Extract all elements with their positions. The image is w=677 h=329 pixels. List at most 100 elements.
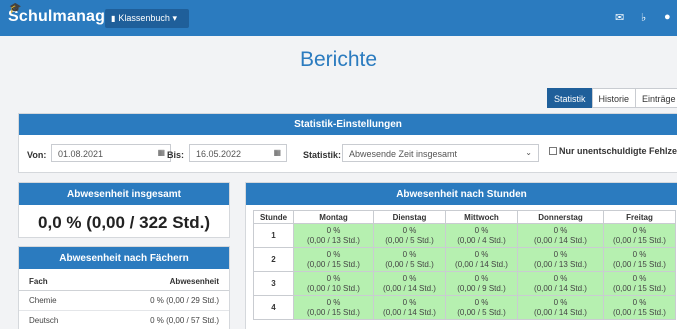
absence-detail: (0,00 / 14 Std.) (455, 259, 508, 269)
chevron-down-icon: ▾ (172, 13, 177, 23)
absence-detail: (0,00 / 14 Std.) (383, 307, 436, 317)
table-row: 10 % (0,00 / 13 Std.) 0 % (0,00 / 5 Std.) 0 … (253, 223, 676, 248)
mail-icon[interactable]: ✉ (615, 11, 624, 24)
absence-percent: 0 % (632, 225, 647, 235)
absence-detail: (0,00 / 14 Std.) (534, 235, 587, 245)
absence-detail: (0,00 / 13 Std.) (307, 235, 360, 245)
absence-detail: (0,00 / 9 Std.) (457, 283, 506, 293)
subject-absence: 0 % (0,00 / 57 Std.) (93, 310, 229, 329)
absence-cell: 0 % (0,00 / 5 Std.) (445, 295, 518, 320)
table-row: Deutsch 0 % (0,00 / 57 Std.) (19, 310, 229, 329)
tab-statistik[interactable]: Statistik (547, 88, 593, 108)
absence-percent: 0 % (632, 297, 647, 307)
subject-absence: 0 % (0,00 / 29 Std.) (93, 290, 229, 311)
statistik-select[interactable]: Abwesende Zeit insgesamt ⌄ (342, 144, 539, 162)
view-tabs: Statistik Historie Einträge (547, 88, 677, 108)
absence-cell: 0 % (0,00 / 15 Std.) (603, 295, 676, 320)
subject-name: Chemie (19, 290, 94, 311)
absence-detail: (0,00 / 4 Std.) (457, 235, 506, 245)
absence-detail: (0,00 / 15 Std.) (613, 307, 666, 317)
hours-table-header: Stunde Montag Dienstag Mittwoch Donnerst… (253, 210, 676, 224)
total-absence-value: 0,0 % (0,00 / 322 Std.) (38, 213, 210, 232)
absence-detail: (0,00 / 15 Std.) (613, 283, 666, 293)
graduation-cap-icon: 🎓 (9, 3, 22, 14)
absence-cell: 0 % (0,00 / 14 Std.) (517, 271, 604, 296)
absence-percent: 0 % (326, 225, 341, 235)
settings-panel: Statistik-Einstellungen Von: 01.08.2021 … (18, 113, 677, 173)
absence-detail: (0,00 / 15 Std.) (307, 307, 360, 317)
absence-percent: 0 % (326, 249, 341, 259)
from-date-value: 01.08.2021 (58, 149, 104, 159)
col-day: Dienstag (373, 210, 446, 224)
hour-number: 3 (253, 271, 294, 296)
absence-cell: 0 % (0,00 / 15 Std.) (603, 247, 676, 272)
absence-cell: 0 % (0,00 / 14 Std.) (517, 295, 604, 320)
to-date-value: 16.05.2022 (196, 149, 242, 159)
table-row: 30 % (0,00 / 10 Std.) 0 % (0,00 / 14 Std.) 0… (253, 271, 676, 296)
col-absence: Abwesenheit (93, 273, 229, 291)
brand-logo[interactable]: 🎓 Schulmanager (8, 3, 121, 26)
subject-absence-title: Abwesenheit nach Fächern (19, 247, 229, 269)
col-day: Donnerstag (517, 210, 604, 224)
col-day: Freitag (603, 210, 676, 224)
table-row: 20 % (0,00 / 15 Std.) 0 % (0,00 / 5 Std.) 0 … (253, 247, 676, 272)
bell-icon[interactable]: ♭ (641, 11, 646, 24)
settings-title: Statistik-Einstellungen (19, 114, 677, 135)
tab-eintraege[interactable]: Einträge (635, 88, 677, 108)
absence-cell: 0 % (0,00 / 5 Std.) (373, 247, 446, 272)
top-navbar: 🎓 Schulmanager ▮ Klassenbuch ▾ ✉ ♭ ● (0, 0, 677, 36)
absence-percent: 0 % (474, 297, 489, 307)
absence-detail: (0,00 / 10 Std.) (307, 283, 360, 293)
tab-historie[interactable]: Historie (591, 88, 637, 108)
table-row: Chemie 0 % (0,00 / 29 Std.) (19, 290, 229, 311)
absence-detail: (0,00 / 14 Std.) (534, 283, 587, 293)
absence-percent: 0 % (553, 273, 568, 283)
absence-percent: 0 % (402, 297, 417, 307)
calendar-icon[interactable]: ▦ (273, 148, 281, 157)
absence-detail: (0,00 / 15 Std.) (307, 259, 360, 269)
absence-detail: (0,00 / 14 Std.) (534, 307, 587, 317)
klassenbuch-menu-button[interactable]: ▮ Klassenbuch ▾ (105, 9, 189, 28)
absence-percent: 0 % (474, 273, 489, 283)
absence-cell: 0 % (0,00 / 14 Std.) (373, 295, 446, 320)
hour-number: 2 (253, 247, 294, 272)
page-title: Berichte (299, 48, 378, 71)
to-date-input[interactable]: 16.05.2022 ▦ (189, 144, 287, 162)
absence-percent: 0 % (402, 273, 417, 283)
absence-detail: (0,00 / 13 Std.) (534, 259, 587, 269)
statistik-label: Statistik: (303, 150, 342, 160)
brand-name: Schulmanager (8, 8, 121, 25)
absence-percent: 0 % (632, 273, 647, 283)
total-absence-card: Abwesenheit insgesamt 0,0 % (0,00 / 322 … (18, 182, 230, 238)
hours-absence-card: Abwesenheit nach Stunden Stunde Montag D… (245, 182, 677, 329)
table-row: 40 % (0,00 / 15 Std.) 0 % (0,00 / 14 Std.) 0… (253, 295, 676, 320)
calendar-icon[interactable]: ▦ (157, 148, 165, 157)
absence-percent: 0 % (474, 225, 489, 235)
unexcused-only-label: Nur unentschuldigte Fehlzeiten (559, 146, 677, 156)
checkbox-box[interactable] (549, 147, 557, 155)
absence-percent: 0 % (402, 249, 417, 259)
total-absence-title: Abwesenheit insgesamt (19, 183, 229, 205)
absence-cell: 0 % (0,00 / 13 Std.) (293, 223, 374, 248)
absence-percent: 0 % (632, 249, 647, 259)
absence-percent: 0 % (326, 273, 341, 283)
hour-number: 4 (253, 295, 294, 320)
unexcused-only-checkbox[interactable]: Nur unentschuldigte Fehlzeiten (549, 146, 677, 156)
absence-percent: 0 % (553, 249, 568, 259)
col-day: Mittwoch (445, 210, 518, 224)
absence-detail: (0,00 / 5 Std.) (385, 259, 434, 269)
absence-percent: 0 % (553, 297, 568, 307)
absence-cell: 0 % (0,00 / 15 Std.) (603, 223, 676, 248)
absence-cell: 0 % (0,00 / 15 Std.) (603, 271, 676, 296)
to-label: Bis: (167, 150, 185, 160)
absence-percent: 0 % (474, 249, 489, 259)
absence-detail: (0,00 / 5 Std.) (385, 235, 434, 245)
absence-cell: 0 % (0,00 / 15 Std.) (293, 247, 374, 272)
absence-cell: 0 % (0,00 / 15 Std.) (293, 295, 374, 320)
from-date-input[interactable]: 01.08.2021 ▦ (51, 144, 171, 162)
user-icon[interactable]: ● (664, 11, 671, 23)
subject-table-header: Fach Abwesenheit (19, 273, 229, 291)
subject-absence-card: Abwesenheit nach Fächern Fach Abwesenhei… (18, 246, 230, 329)
absence-cell: 0 % (0,00 / 10 Std.) (293, 271, 374, 296)
absence-cell: 0 % (0,00 / 4 Std.) (445, 223, 518, 248)
